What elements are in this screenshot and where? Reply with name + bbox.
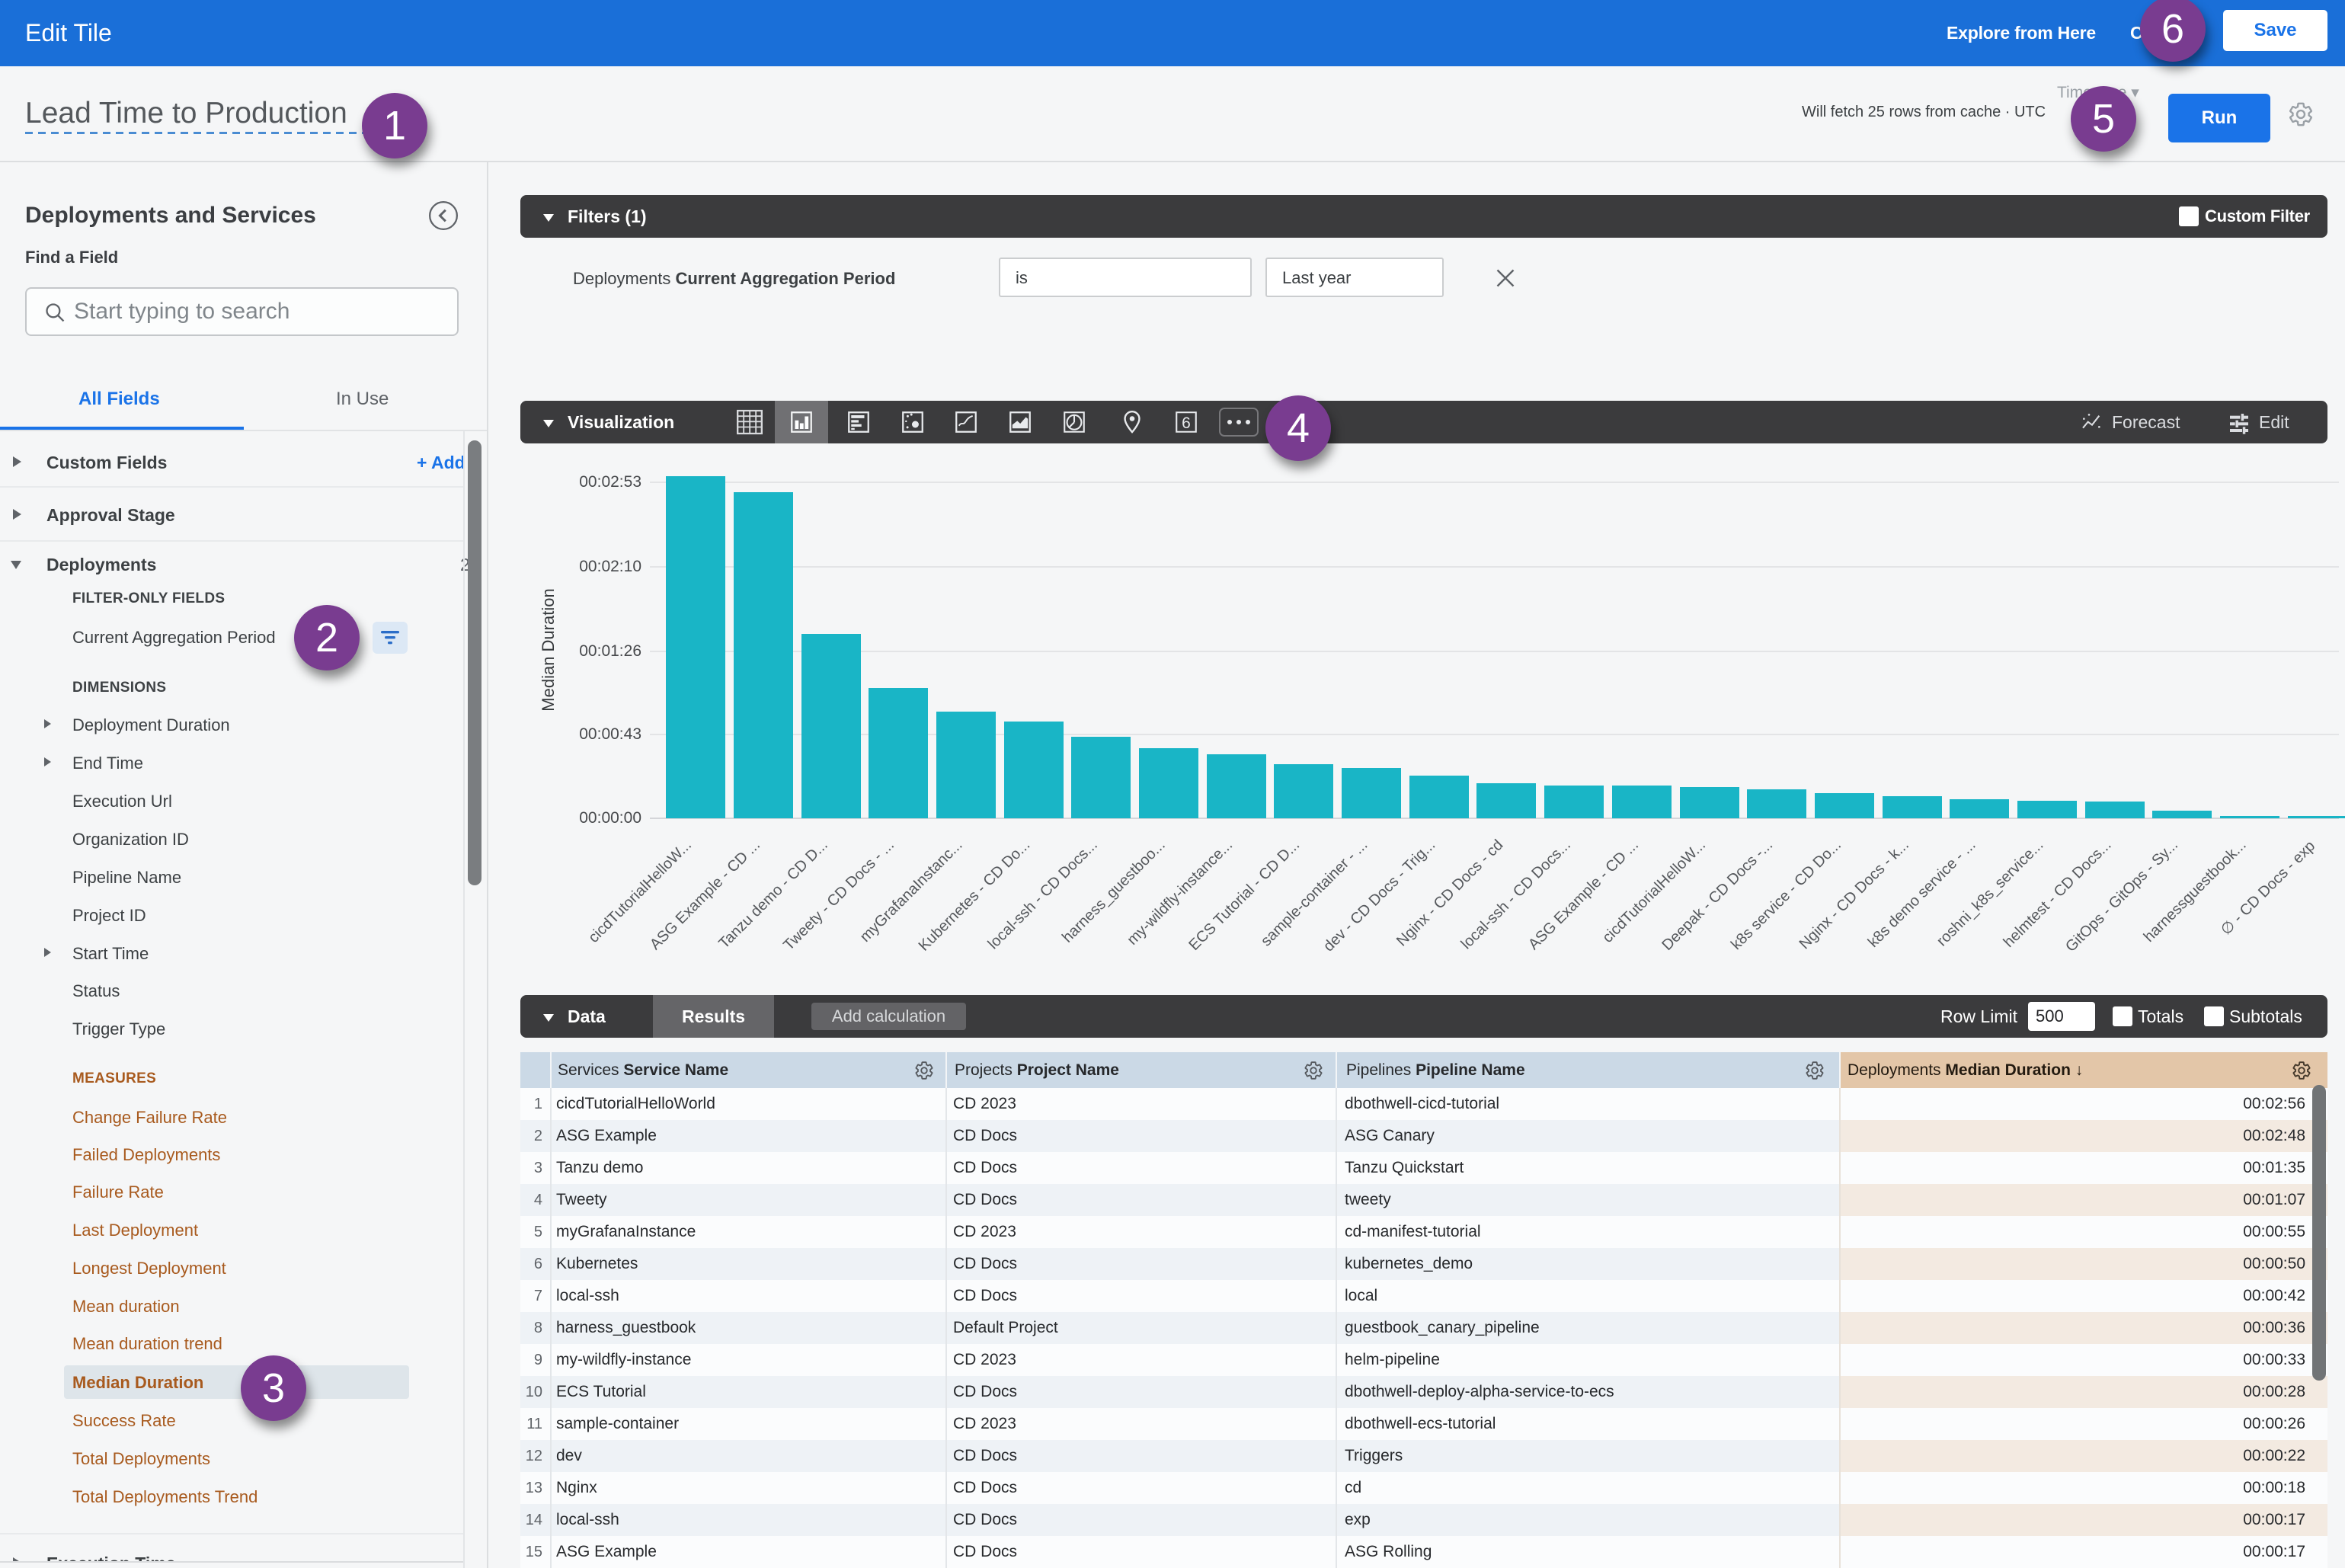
svg-text:6: 6: [1182, 414, 1191, 432]
